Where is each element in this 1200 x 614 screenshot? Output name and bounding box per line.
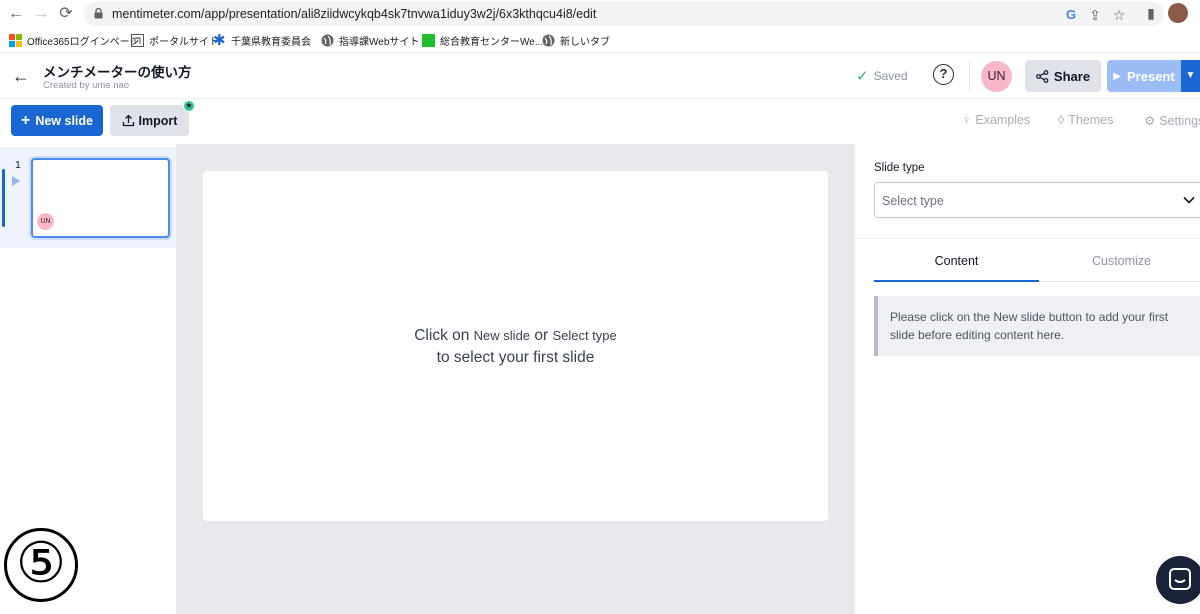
settings-button[interactable]: ⚙ Settings (1144, 113, 1200, 129)
app-header: ← メンチメーターの使い方 Created by ume nao ✓ Saved… (0, 53, 1200, 99)
themes-button[interactable]: ◊ Themes (1058, 113, 1113, 127)
chevron-down-icon (1183, 196, 1195, 204)
tab-content[interactable]: Content (874, 254, 1039, 282)
chat-icon (1169, 568, 1191, 590)
lightbulb-icon: ♀ (962, 113, 972, 127)
reload-icon[interactable]: ⟳ (56, 4, 76, 24)
avatar[interactable]: UN (981, 61, 1012, 92)
forward-icon[interactable]: → (31, 4, 51, 24)
chat-support-button[interactable] (1156, 556, 1200, 604)
profile-avatar-icon[interactable] (1168, 3, 1188, 23)
bookmark-chiba-education[interactable]: ✱ 千葉県教育委員会 (213, 32, 311, 48)
bookmarks-bar: Office365ログインページ ポータルサイト ✱ 千葉県教育委員会 指導課W… (0, 30, 1200, 50)
presentation-title[interactable]: メンチメーターの使い方 (43, 61, 192, 81)
share-page-icon[interactable]: ⇪ (1086, 6, 1104, 24)
created-by: Created by ume nao (43, 80, 130, 91)
slide-active-indicator (2, 169, 5, 227)
slide-thumbnail[interactable]: UN (31, 158, 170, 238)
info-text: Please click on the New slide button to … (890, 310, 1169, 342)
bookmark-sogo-center[interactable]: 総合教育センターWe... (422, 32, 543, 48)
bookmark-star-icon[interactable]: ☆ (1110, 6, 1128, 24)
tab-customize[interactable]: Customize (1039, 254, 1200, 282)
drop-icon: ◊ (1058, 113, 1065, 127)
saved-status: ✓ Saved (856, 68, 908, 85)
select-placeholder: Select type (882, 194, 944, 208)
editor-toolbar: + New slide Import ♀ Examples ◊ Themes ⚙… (0, 99, 1200, 144)
present-button[interactable]: ▶ Present (1107, 60, 1181, 92)
upload-icon (122, 114, 134, 127)
bookmark-new-tab[interactable]: 新しいタブ (542, 32, 610, 48)
portal-icon (131, 33, 144, 47)
present-dropdown-icon[interactable]: ▼ (1181, 60, 1200, 92)
slide-number: 1 (15, 159, 21, 171)
divider (969, 61, 970, 91)
back-arrow-icon[interactable]: ← (12, 67, 30, 85)
play-icon: ▶ (1113, 70, 1121, 82)
browser-chrome: ← → ⟳ mentimeter.com/app/presentation/al… (0, 0, 1200, 53)
new-slide-button[interactable]: + New slide (11, 105, 103, 136)
globe-icon (321, 34, 334, 46)
properties-panel: Slide type Select type Content Customize… (854, 144, 1200, 614)
thumbnail-avatar: UN (37, 213, 54, 230)
url-text: mentimeter.com/app/presentation/ali8ziid… (112, 7, 597, 21)
green-icon (422, 33, 435, 47)
sidebar-toggle-icon[interactable]: ▮ (1142, 4, 1160, 22)
globe-icon (542, 34, 555, 46)
slide-item[interactable]: 1 UN (0, 147, 176, 248)
check-icon: ✓ (856, 68, 869, 85)
bookmark-portal[interactable]: ポータルサイト (131, 32, 219, 48)
share-icon (1036, 69, 1049, 83)
share-button[interactable]: Share (1025, 60, 1101, 92)
step-number-label: ⑤ (4, 528, 78, 602)
bookmark-shidoka[interactable]: 指導課Webサイト (321, 32, 419, 48)
address-bar[interactable]: mentimeter.com/app/presentation/ali8ziid… (84, 2, 1164, 26)
bookmark-office365[interactable]: Office365ログインページ (9, 32, 139, 48)
import-button[interactable]: Import (110, 105, 189, 136)
gear-icon: ⚙ (1144, 114, 1156, 128)
slide-type-label: Slide type (874, 162, 925, 174)
canvas-area: Click on New slide or Select type to sel… (177, 144, 854, 614)
google-icon[interactable]: G (1062, 5, 1080, 23)
play-icon (12, 176, 20, 186)
slide-canvas[interactable]: Click on New slide or Select type to sel… (203, 171, 828, 521)
empty-state-message: Click on New slide or Select type to sel… (414, 327, 617, 366)
asterisk-icon: ✱ (213, 31, 226, 49)
info-box: Please click on the New slide button to … (874, 296, 1200, 356)
examples-button[interactable]: ♀ Examples (962, 113, 1030, 127)
plus-icon: + (20, 111, 31, 129)
help-icon[interactable]: ? (933, 64, 954, 85)
divider (855, 238, 1200, 239)
svg-text:G: G (1066, 7, 1076, 22)
lock-icon (94, 8, 103, 19)
microsoft-icon (9, 33, 22, 47)
star-badge-icon: ★ (183, 100, 195, 112)
slide-type-select[interactable]: Select type (874, 182, 1200, 218)
back-icon[interactable]: ← (6, 4, 26, 24)
